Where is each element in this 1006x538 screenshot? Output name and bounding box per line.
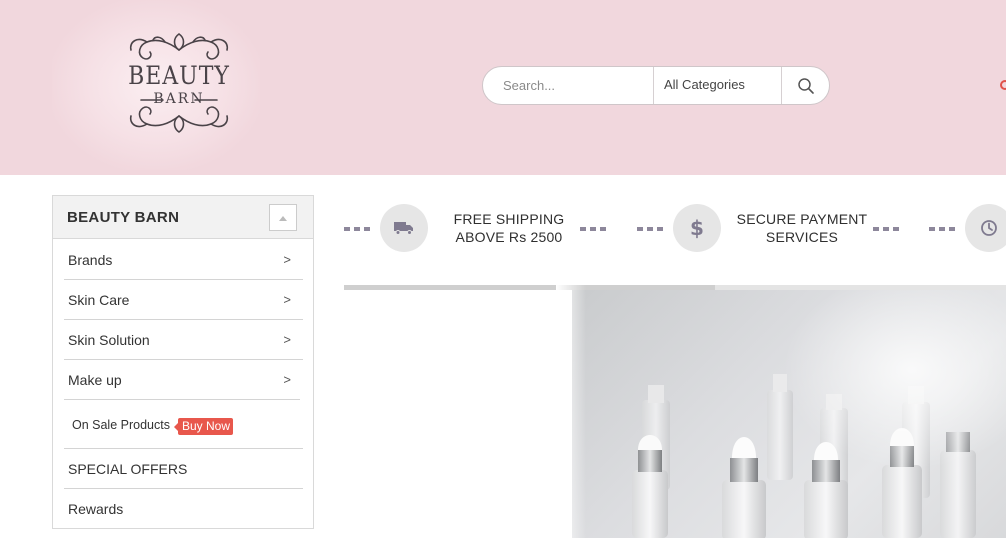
logo-text-barn: BARN	[153, 91, 205, 107]
banner-light	[782, 290, 1006, 470]
feature-line2: ABOVE Rs 2500	[455, 229, 563, 245]
feature-line1: SECURE PAYMENT	[736, 211, 868, 227]
sidebar-title: BEAUTY BARN	[67, 209, 180, 226]
feature-dashes	[637, 227, 665, 231]
sidebar-item-label: Brands	[68, 252, 113, 268]
chevron-right-icon: >	[283, 332, 291, 347]
sidebar-item-special-offers[interactable]: SPECIAL OFFERS	[64, 449, 303, 489]
feature-payment-badge: $	[673, 204, 721, 252]
banner-fade	[556, 285, 586, 538]
search-divider	[653, 67, 654, 104]
clock-icon	[981, 220, 997, 236]
feature-dashes	[580, 227, 608, 231]
search-input[interactable]	[483, 67, 653, 104]
feature-payment-text: SECURE PAYMENT SERVICES	[732, 210, 872, 246]
search-button[interactable]	[782, 67, 829, 104]
chevron-right-icon: >	[283, 372, 291, 387]
feature-time-badge	[965, 204, 1006, 252]
feature-dashes	[929, 227, 957, 231]
dollar-icon: $	[690, 216, 704, 240]
sidebar-item-skin-care[interactable]: Skin Care >	[64, 280, 303, 320]
site-logo[interactable]: BEAUTY BARN	[125, 28, 233, 138]
caret-up-icon	[279, 215, 287, 221]
sidebar-item-make-up[interactable]: Make up >	[64, 360, 300, 400]
sidebar-item-label: Rewards	[68, 501, 124, 517]
site-header: BEAUTY BARN All Categories	[0, 0, 1006, 175]
sidebar-item-label: SPECIAL OFFERS	[68, 461, 188, 477]
sidebar-collapse-button[interactable]	[269, 204, 297, 231]
category-sidebar: BEAUTY BARN Brands > Skin Care > Skin So…	[52, 195, 314, 529]
category-select[interactable]: All Categories	[664, 77, 745, 92]
search-icon	[798, 77, 814, 94]
feature-shipping-text: FREE SHIPPING ABOVE Rs 2500	[440, 210, 578, 246]
sidebar-item-skin-solution[interactable]: Skin Solution >	[64, 320, 303, 360]
on-sale-row: On Sale Products Buy Now	[64, 404, 303, 449]
feature-line2: SERVICES	[765, 229, 839, 245]
feature-dashes	[873, 227, 901, 231]
buy-now-badge[interactable]: Buy Now	[173, 418, 234, 435]
search-bar: All Categories	[482, 66, 830, 105]
sidebar-item-label: Make up	[68, 372, 122, 388]
logo-text-beauty: BEAUTY	[128, 62, 230, 91]
sidebar-header: BEAUTY BARN	[53, 196, 313, 239]
sidebar-item-label: Skin Care	[68, 292, 130, 308]
on-sale-products-link[interactable]: On Sale Products	[72, 418, 170, 432]
truck-icon	[394, 222, 413, 235]
cart-icon[interactable]	[1000, 80, 1006, 90]
sidebar-item-rewards[interactable]: Rewards	[64, 489, 303, 529]
feature-line1: FREE SHIPPING	[453, 211, 565, 227]
sidebar-item-label: Skin Solution	[68, 332, 150, 348]
feature-shipping-badge	[380, 204, 428, 252]
sidebar-item-brands[interactable]: Brands >	[64, 240, 303, 280]
feature-dashes	[344, 227, 372, 231]
hero-banner-image[interactable]	[572, 290, 1006, 538]
chevron-right-icon: >	[283, 252, 291, 267]
chevron-right-icon: >	[283, 292, 291, 307]
